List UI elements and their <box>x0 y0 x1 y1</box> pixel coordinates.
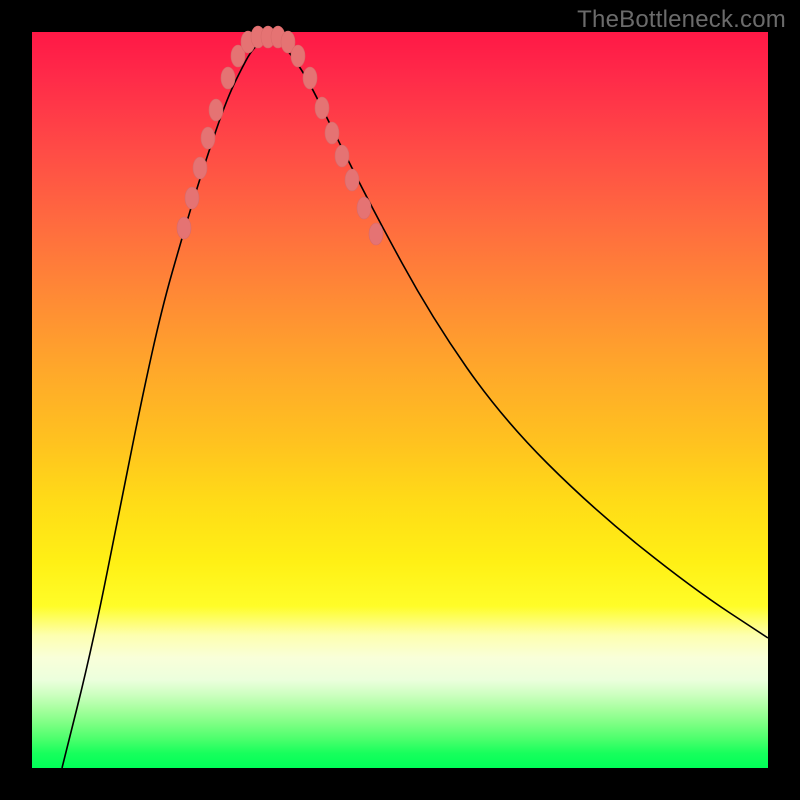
data-marker <box>193 157 207 179</box>
data-marker <box>303 67 317 89</box>
watermark-text: TheBottleneck.com <box>577 6 786 34</box>
data-marker <box>315 97 329 119</box>
data-marker <box>345 169 359 191</box>
data-marker <box>221 67 235 89</box>
data-marker <box>325 122 339 144</box>
marker-group <box>177 26 383 245</box>
chart-overlay <box>32 32 768 768</box>
data-marker <box>201 127 215 149</box>
plot-area <box>32 32 768 768</box>
data-marker <box>335 145 349 167</box>
data-marker <box>185 187 199 209</box>
chart-frame: TheBottleneck.com <box>0 0 800 800</box>
bottleneck-curve <box>62 38 768 768</box>
data-marker <box>209 99 223 121</box>
data-marker <box>357 197 371 219</box>
data-marker <box>177 217 191 239</box>
data-marker <box>369 223 383 245</box>
data-marker <box>291 45 305 67</box>
